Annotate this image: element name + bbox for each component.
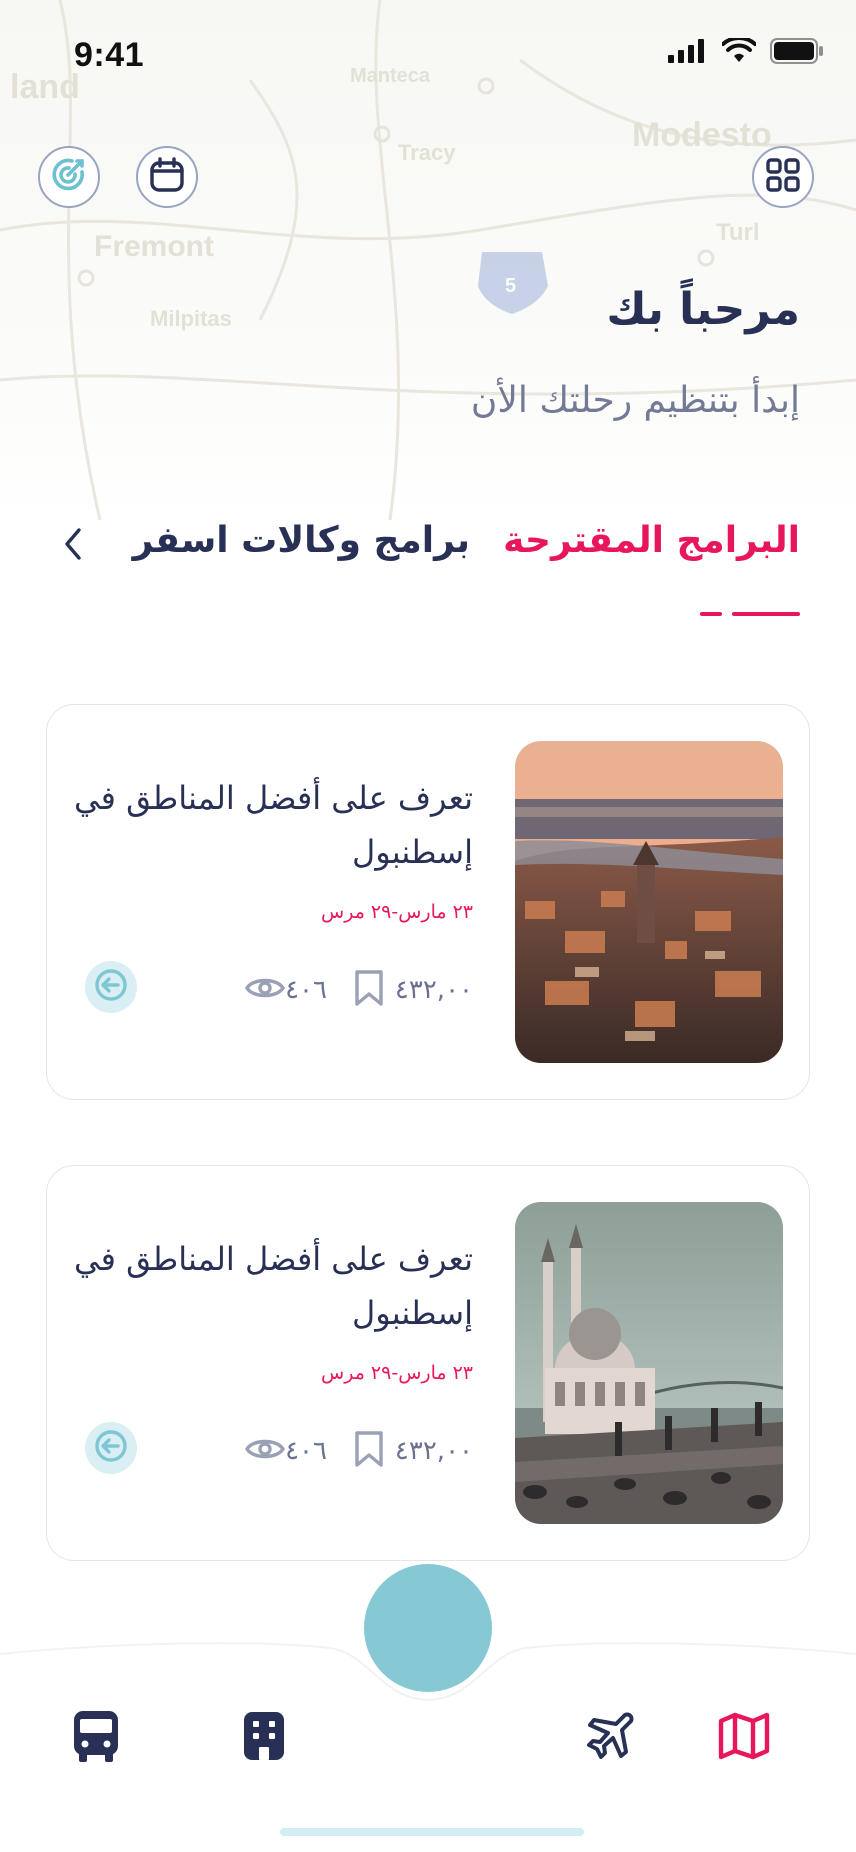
- map-label: Tracy: [398, 140, 456, 165]
- building-icon: [240, 1709, 288, 1767]
- map-label: 5: [505, 275, 516, 297]
- calendar-icon: [148, 156, 186, 198]
- view-count: ٤٠٦: [285, 1436, 327, 1466]
- nav-map[interactable]: [714, 1708, 774, 1768]
- bookmark-icon[interactable]: [353, 968, 385, 1012]
- open-card-button[interactable]: [85, 961, 137, 1013]
- center-action-button[interactable]: [364, 1564, 492, 1692]
- grid-icon: [765, 157, 801, 197]
- map-label: Fremont: [94, 230, 214, 263]
- bookmark-count: ٤٣٢,٠٠: [394, 1436, 473, 1466]
- signal-icon: [668, 39, 708, 67]
- target-button[interactable]: [38, 146, 100, 208]
- chevron-left-icon[interactable]: [62, 526, 84, 566]
- istanbul-galata-photo: [515, 741, 783, 1063]
- grid-menu-button[interactable]: [752, 146, 814, 208]
- greeting-subtitle: إبدأ بتنظيم رحلتك الأن: [470, 380, 800, 421]
- map-icon: [717, 1709, 771, 1767]
- view-count: ٤٠٦: [285, 975, 327, 1005]
- map-label: Turl: [716, 219, 760, 246]
- map-label: Modesto: [632, 116, 772, 154]
- tab-indicator: [700, 612, 800, 616]
- home-indicator: [280, 1828, 584, 1836]
- nav-hotels[interactable]: [234, 1708, 294, 1768]
- calendar-button[interactable]: [136, 146, 198, 208]
- istanbul-mosque-photo: [515, 1202, 783, 1524]
- arrow-left-icon: [94, 968, 128, 1006]
- plane-icon: [584, 1710, 636, 1766]
- arrow-left-icon: [94, 1429, 128, 1467]
- eye-icon: [245, 1435, 286, 1467]
- program-card[interactable]: تعرف على أفضل المناطق في إسطنبول ٢٣ مارس…: [46, 1165, 810, 1561]
- tab-suggested-programs[interactable]: البرامج المقترحة: [503, 520, 800, 561]
- nav-bus[interactable]: [66, 1708, 126, 1768]
- card-title: تعرف على أفضل المناطق في إسطنبول: [73, 1240, 473, 1332]
- card-date: ٢٣ مارس-٢٩ مرس: [321, 901, 473, 923]
- card-date: ٢٣ مارس-٢٩ مرس: [321, 1362, 473, 1384]
- target-icon: [49, 155, 89, 199]
- status-time: 9:41: [74, 36, 145, 74]
- card-title: تعرف على أفضل المناطق في إسطنبول: [73, 779, 473, 871]
- nav-flights[interactable]: [580, 1708, 640, 1768]
- map-label: Milpitas: [150, 306, 232, 331]
- bus-icon: [71, 1708, 121, 1768]
- greeting-title: مرحباً بك: [606, 284, 800, 335]
- status-bar: 9:41: [0, 0, 856, 110]
- eye-icon: [245, 974, 286, 1006]
- program-card[interactable]: تعرف على أفضل المناطق في إسطنبول ٢٣ مارس…: [46, 704, 810, 1100]
- wifi-icon: [721, 36, 757, 68]
- tab-bar: البرامج المقترحة برامج وكالات اسفر: [40, 520, 800, 570]
- open-card-button[interactable]: [85, 1422, 137, 1474]
- bookmark-count: ٤٣٢,٠٠: [394, 975, 473, 1005]
- battery-icon: [770, 38, 824, 68]
- bookmark-icon[interactable]: [353, 1429, 385, 1473]
- tab-agency-programs[interactable]: برامج وكالات اسفر: [133, 520, 470, 561]
